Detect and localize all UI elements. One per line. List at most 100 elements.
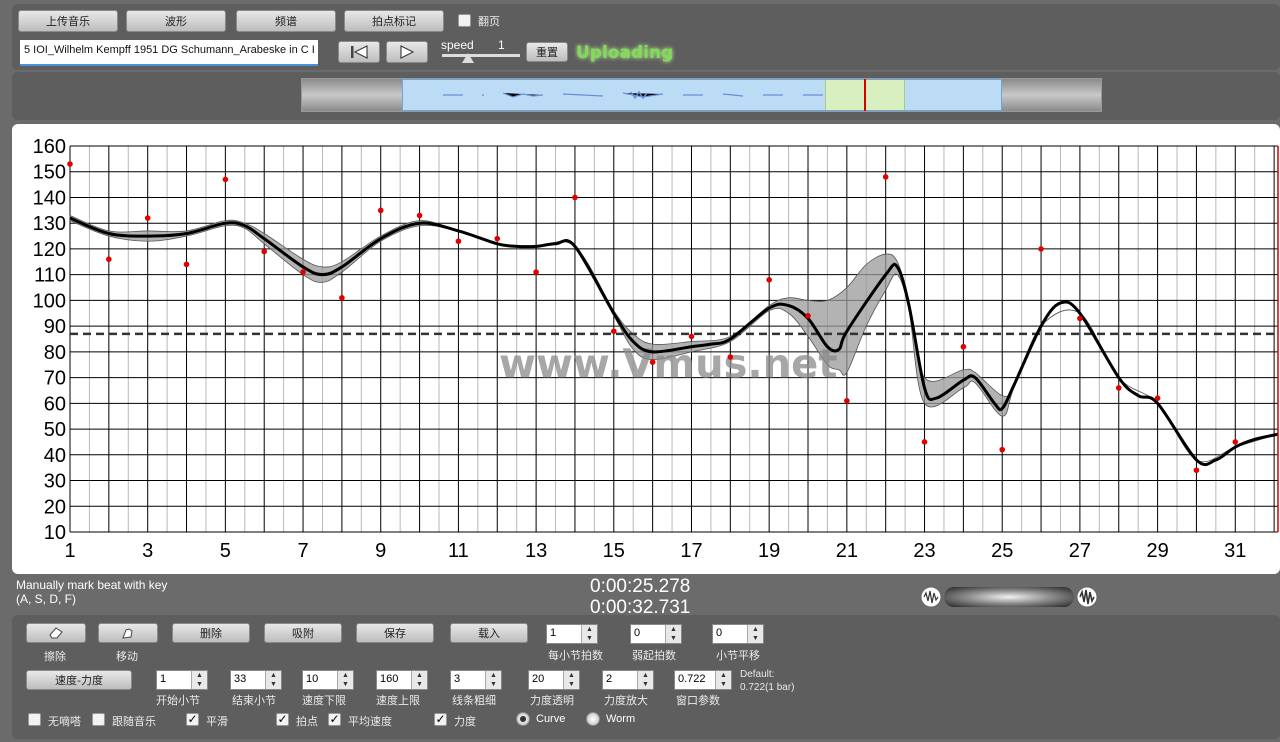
- beat-mark-button[interactable]: 拍点标记: [344, 10, 444, 32]
- play-icon: [400, 45, 415, 59]
- x-tick-label: 23: [913, 540, 935, 562]
- x-tick-label: 15: [603, 540, 625, 562]
- x-tick-label: 7: [297, 540, 308, 562]
- follow-music-checkbox[interactable]: [92, 713, 105, 726]
- y-tick-label: 110: [34, 265, 66, 287]
- save-button[interactable]: 保存: [356, 623, 434, 643]
- beat-points-label: 拍点: [296, 715, 318, 728]
- speed-slider-thumb[interactable]: [462, 53, 474, 63]
- x-tick-label: 29: [1146, 540, 1168, 562]
- weak-beats-stepper[interactable]: 0 ▲ ▼: [630, 624, 682, 644]
- curve-radio[interactable]: [516, 712, 530, 726]
- beat-points-checkbox[interactable]: ✓: [276, 713, 289, 726]
- top-toolbar: 上传音乐 波形 频谱 拍点标记 翻页 5 IOI_Wilhelm Kempff …: [12, 4, 1280, 70]
- beat-point: [1115, 385, 1122, 391]
- dynamics-checkbox[interactable]: ✓: [434, 713, 447, 726]
- bar-shift-stepper[interactable]: 0 ▲ ▼: [712, 624, 764, 644]
- overview-window[interactable]: [402, 79, 1002, 111]
- y-tick-label: 60: [44, 393, 66, 415]
- beat-point: [533, 269, 539, 275]
- worm-radio[interactable]: [586, 712, 600, 726]
- tempo-chart-area: 160 150 140 130 120 110 100 90 80 70 60 50 40 30 20 10 1…: [12, 124, 1280, 574]
- y-tick-label: 160: [33, 136, 66, 158]
- page-turn-checkbox[interactable]: [458, 14, 471, 27]
- volume-control[interactable]: [920, 585, 1098, 609]
- default-line2: 0.722(1 bar): [740, 682, 795, 693]
- overview-track[interactable]: [301, 78, 1102, 112]
- smooth-label: 平滑: [206, 715, 228, 728]
- tempo-high-stepper[interactable]: 160 ▲ ▼: [376, 670, 428, 690]
- waveform-loud-icon: [1076, 586, 1098, 608]
- avg-tempo-label: 平均速度: [348, 715, 392, 728]
- skip-back-icon: [351, 45, 368, 59]
- speed-value: 1: [498, 38, 505, 52]
- tempo-low-label: 速度下限: [302, 694, 346, 707]
- avg-tempo-checkbox[interactable]: ✓: [328, 713, 341, 726]
- spectrum-button[interactable]: 频谱: [236, 10, 336, 32]
- beat-point: [377, 207, 384, 214]
- beat-point: [1038, 246, 1044, 252]
- beat-point: [339, 295, 345, 301]
- speed-slider[interactable]: [442, 54, 520, 57]
- tempo-low-stepper[interactable]: 10 ▲ ▼: [302, 670, 354, 690]
- end-bar-stepper[interactable]: 33 ▲ ▼: [230, 670, 282, 690]
- y-tick-label: 140: [33, 187, 66, 209]
- delete-button[interactable]: 删除: [172, 623, 250, 643]
- line-width-label: 线条粗细: [452, 694, 496, 707]
- overview-panel: [12, 72, 1280, 120]
- metronome-label: 无嘀嗒: [48, 715, 81, 728]
- reset-button[interactable]: 重置: [526, 42, 568, 62]
- end-bar-label: 结束小节: [232, 694, 276, 707]
- move-button[interactable]: [98, 623, 158, 643]
- snap-button[interactable]: 吸附: [264, 623, 342, 643]
- beat-point: [416, 212, 423, 219]
- tempo-chart[interactable]: 1601501401301201101009080706050403020101…: [12, 124, 1280, 574]
- x-tick-label: 13: [525, 540, 547, 562]
- play-button[interactable]: [386, 41, 428, 63]
- load-button[interactable]: 载入: [450, 623, 528, 643]
- dyn-opacity-stepper[interactable]: 20 ▲ ▼: [528, 670, 580, 690]
- metronome-checkbox[interactable]: [28, 713, 41, 726]
- waveform-button[interactable]: 波形: [126, 10, 226, 32]
- upload-status: Uploading: [576, 43, 674, 63]
- x-tick-label: 3: [142, 540, 153, 562]
- speed-label: speed: [441, 38, 474, 52]
- x-tick-label: 11: [448, 540, 469, 562]
- y-tick-label: 90: [44, 316, 66, 338]
- follow-music-label: 跟随音乐: [112, 715, 156, 728]
- start-bar-stepper[interactable]: 1 ▲ ▼: [156, 670, 208, 690]
- beat-point: [882, 174, 889, 180]
- x-tick-label: 31: [1224, 540, 1246, 562]
- beat-point: [921, 439, 928, 445]
- y-tick-label: 150: [33, 162, 66, 184]
- window-param-stepper[interactable]: 0.722 ▲ ▼: [674, 670, 732, 690]
- y-tick-label: 20: [44, 496, 66, 518]
- beat-point: [999, 446, 1006, 453]
- beats-per-bar-stepper[interactable]: 1 ▲ ▼: [546, 624, 598, 644]
- page-turn-label: 翻页: [478, 15, 500, 28]
- beat-point: [960, 343, 967, 350]
- y-tick-label: 10: [44, 522, 66, 544]
- smooth-checkbox[interactable]: ✓: [186, 713, 199, 726]
- beat-point: [1077, 315, 1083, 322]
- line-width-stepper[interactable]: 3 ▲ ▼: [450, 670, 502, 690]
- x-tick-label: 5: [220, 540, 231, 562]
- upload-music-button[interactable]: 上传音乐: [18, 10, 118, 32]
- erase-button[interactable]: [26, 623, 86, 643]
- tempo-dynamics-button[interactable]: 速度-力度: [26, 670, 132, 690]
- window-param-label: 窗口参数: [676, 694, 720, 707]
- watermark: www.Vmus.net: [499, 342, 837, 388]
- file-name-field[interactable]: 5 IOI_Wilhelm Kempff 1951 DG Schumann_Ar…: [20, 40, 318, 66]
- dyn-zoom-stepper[interactable]: 2 ▲ ▼: [602, 670, 654, 690]
- y-tick-label: 40: [44, 445, 66, 467]
- y-tick-label: 50: [44, 419, 66, 441]
- beats-per-bar-label: 每小节拍数: [548, 649, 603, 662]
- beat-point: [727, 354, 734, 360]
- beat-point: [261, 248, 268, 255]
- beat-point: [649, 359, 656, 365]
- default-line1: Default:: [740, 669, 775, 680]
- rewind-button[interactable]: [338, 41, 380, 63]
- beat-point: [222, 176, 229, 183]
- volume-slider[interactable]: [944, 587, 1074, 607]
- overview-cursor[interactable]: [864, 79, 866, 111]
